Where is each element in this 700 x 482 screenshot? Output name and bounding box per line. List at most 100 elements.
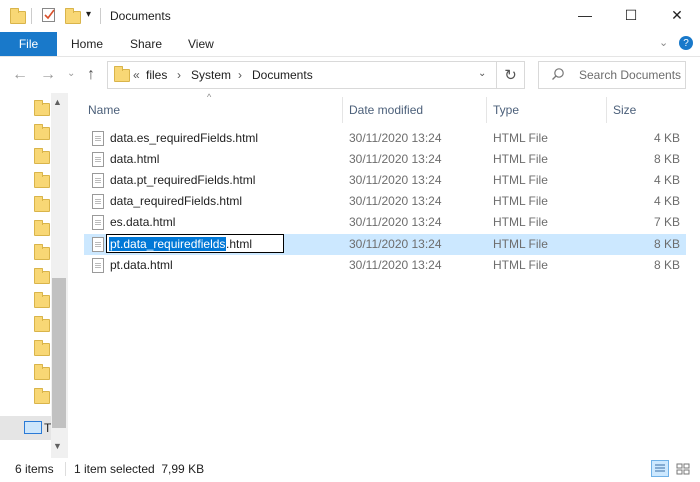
- rename-selected-text: pt.data_requiredfields: [109, 237, 227, 251]
- search-placeholder: Search Documents: [579, 68, 682, 82]
- folder-icon[interactable]: [34, 268, 50, 284]
- file-date: 30/11/2020 13:24: [349, 131, 442, 145]
- scroll-up-icon[interactable]: ▲: [53, 97, 62, 107]
- file-row[interactable]: data_requiredFields.html 30/11/2020 13:2…: [84, 191, 686, 212]
- up-arrow-icon[interactable]: ↑: [87, 66, 95, 84]
- status-bar: 6 items 1 item selected 7,99 KB: [0, 458, 700, 482]
- divider: [65, 462, 66, 476]
- file-date: 30/11/2020 13:24: [349, 215, 442, 229]
- file-date: 30/11/2020 13:24: [349, 173, 442, 187]
- address-bar[interactable]: « files › System › Documents ⌄: [107, 61, 497, 89]
- minimize-button[interactable]: —: [562, 0, 608, 30]
- column-header-date[interactable]: Date modified: [349, 103, 423, 117]
- tab-share[interactable]: Share: [130, 37, 162, 51]
- file-size: 4 KB: [653, 194, 680, 208]
- column-header-size[interactable]: Size: [613, 103, 636, 117]
- file-size: 8 KB: [653, 258, 680, 272]
- ribbon: File Home Share View ⌄ ?: [0, 32, 700, 57]
- selection-info: 1 item selected 7,99 KB: [74, 462, 205, 476]
- file-size: 7 KB: [653, 215, 680, 229]
- customize-toolbar-icon[interactable]: ▾: [86, 9, 91, 20]
- file-size: 8 KB: [653, 152, 680, 166]
- rename-input[interactable]: pt.data_requiredfields .html: [106, 234, 284, 253]
- breadcrumb-separator-icon[interactable]: ›: [177, 68, 181, 82]
- column-header-name[interactable]: Name: [88, 103, 120, 117]
- file-row[interactable]: data.html 30/11/2020 13:24 HTML File 8 K…: [84, 149, 686, 170]
- rename-extension-text: .html: [226, 237, 253, 251]
- large-icons-view-icon[interactable]: [674, 460, 692, 477]
- overflow-crumbs[interactable]: «: [133, 68, 140, 82]
- recent-locations-icon[interactable]: ⌄: [67, 68, 75, 79]
- file-date: 30/11/2020 13:24: [349, 237, 442, 251]
- column-divider[interactable]: [606, 97, 607, 123]
- breadcrumb-separator-icon[interactable]: ›: [238, 68, 242, 82]
- details-view-icon[interactable]: [651, 460, 669, 477]
- file-type: HTML File: [493, 237, 548, 251]
- item-count: 6 items: [15, 462, 54, 476]
- file-name: data.pt_requiredFields.html: [110, 173, 256, 187]
- tab-file[interactable]: File: [0, 32, 57, 56]
- folder-icon[interactable]: [34, 124, 50, 140]
- folder-icon[interactable]: [34, 364, 50, 380]
- properties-icon[interactable]: [41, 7, 57, 23]
- file-row[interactable]: data.es_requiredFields.html 30/11/2020 1…: [84, 128, 686, 149]
- help-icon[interactable]: ?: [679, 36, 693, 50]
- file-type: HTML File: [493, 194, 548, 208]
- column-divider[interactable]: [342, 97, 343, 123]
- file-row[interactable]: data.pt_requiredFields.html 30/11/2020 1…: [84, 170, 686, 191]
- column-divider[interactable]: [486, 97, 487, 123]
- file-name: pt.data.html: [110, 258, 173, 272]
- folder-icon[interactable]: [34, 100, 50, 116]
- address-dropdown-icon[interactable]: ⌄: [478, 68, 486, 79]
- new-folder-icon[interactable]: [65, 7, 81, 24]
- refresh-icon[interactable]: ↻: [497, 61, 525, 89]
- back-arrow-icon[interactable]: ←: [12, 66, 28, 84]
- tab-view[interactable]: View: [188, 37, 214, 51]
- file-row[interactable]: pt.data.html 30/11/2020 13:24 HTML File …: [84, 255, 686, 276]
- nav-scrollbar-thumb[interactable]: [52, 278, 66, 428]
- folder-icon[interactable]: [34, 244, 50, 260]
- computer-icon: [24, 421, 42, 434]
- folder-icon[interactable]: [34, 220, 50, 236]
- file-row[interactable]: es.data.html 30/11/2020 13:24 HTML File …: [84, 212, 686, 233]
- html-file-icon: [92, 173, 104, 188]
- maximize-button[interactable]: ☐: [608, 0, 654, 30]
- file-type: HTML File: [493, 173, 548, 187]
- folder-icon[interactable]: [34, 316, 50, 332]
- html-file-icon: [92, 215, 104, 230]
- folder-icon: [114, 66, 130, 82]
- close-button[interactable]: ✕: [654, 0, 700, 30]
- search-input[interactable]: Search Documents: [538, 61, 686, 89]
- breadcrumb-files[interactable]: files: [146, 68, 167, 82]
- file-size: 4 KB: [653, 131, 680, 145]
- search-icon: [551, 67, 565, 84]
- html-file-icon: [92, 258, 104, 273]
- column-header-type[interactable]: Type: [493, 103, 519, 117]
- breadcrumb-system[interactable]: System: [191, 68, 231, 82]
- file-name: data_requiredFields.html: [110, 194, 243, 208]
- scroll-down-icon[interactable]: ▼: [53, 441, 62, 451]
- folder-icon[interactable]: [34, 196, 50, 212]
- file-date: 30/11/2020 13:24: [349, 194, 442, 208]
- forward-arrow-icon[interactable]: →: [40, 66, 56, 84]
- html-file-icon: [92, 152, 104, 167]
- folder-icon: [10, 7, 26, 24]
- folder-icon[interactable]: [34, 148, 50, 164]
- chevron-down-icon[interactable]: ⌄: [659, 36, 668, 49]
- folder-icon[interactable]: [34, 388, 50, 404]
- file-type: HTML File: [493, 215, 548, 229]
- folder-icon[interactable]: [34, 292, 50, 308]
- html-file-icon: [92, 131, 104, 146]
- window-title: Documents: [110, 9, 171, 23]
- file-date: 30/11/2020 13:24: [349, 258, 442, 272]
- this-pc-item[interactable]: T: [0, 416, 51, 440]
- folder-icon[interactable]: [34, 340, 50, 356]
- file-type: HTML File: [493, 258, 548, 272]
- divider: [31, 8, 32, 24]
- file-row-selected[interactable]: pt.data_requiredfields .html 30/11/2020 …: [84, 234, 686, 255]
- tab-home[interactable]: Home: [71, 37, 103, 51]
- breadcrumb-documents[interactable]: Documents: [252, 68, 313, 82]
- html-file-icon: [92, 237, 104, 252]
- folder-icon[interactable]: [34, 172, 50, 188]
- divider: [100, 8, 101, 24]
